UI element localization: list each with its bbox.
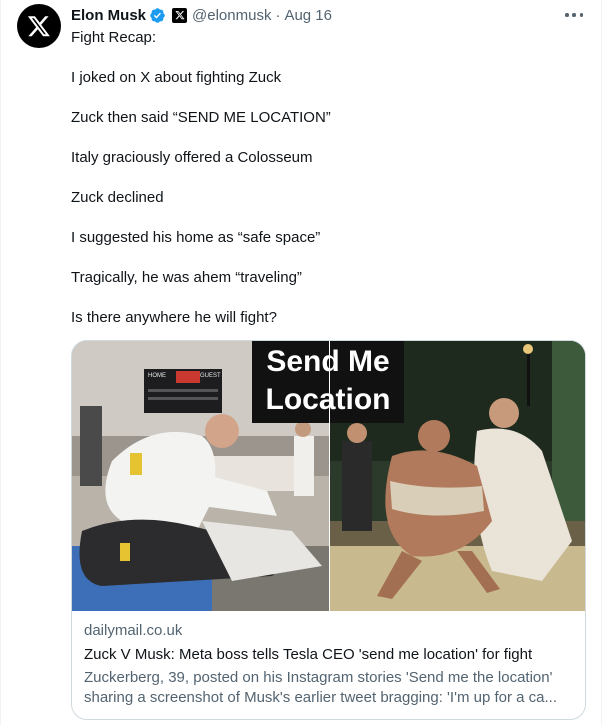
card-description-line: sharing a screenshot of Musk's earlier t… <box>84 689 557 706</box>
x-logo-icon <box>27 16 50 37</box>
tweet: Elon Musk @elonmusk · Aug 16 Fight Recap… <box>0 0 602 725</box>
tweet-line: I joked on X about fighting Zuck <box>71 69 282 86</box>
tweet-line: Is there anywhere he will fight? <box>71 309 277 326</box>
separator-dot: · <box>275 6 281 24</box>
card-image[interactable]: HOME GUEST Send Me Location <box>72 341 585 611</box>
card-meta: dailymail.co.uk Zuck V Musk: Meta boss t… <box>84 621 576 708</box>
tweet-date[interactable]: Aug 16 <box>284 7 332 24</box>
card-description: Zuckerberg, 39, posted on his Instagram … <box>84 668 576 708</box>
overlay-caption: Send Me Location <box>252 341 404 423</box>
tweet-line: I suggested his home as “safe space” <box>71 229 321 246</box>
tweet-line: Italy graciously offered a Colosseum <box>71 149 313 166</box>
link-card[interactable]: HOME GUEST Send Me Location dailymail.co… <box>71 340 586 720</box>
tweet-line: Zuck then said “SEND ME LOCATION” <box>71 109 331 126</box>
scoreboard-guest: GUEST <box>200 373 221 379</box>
more-options-icon[interactable] <box>563 6 585 24</box>
author-name[interactable]: Elon Musk <box>71 7 146 24</box>
tweet-line: Fight Recap: <box>71 29 157 46</box>
verified-badge-icon[interactable] <box>149 7 166 24</box>
x-affiliate-icon[interactable] <box>172 7 188 23</box>
tweet-line: Zuck declined <box>71 189 164 206</box>
tweet-header: Elon Musk @elonmusk · Aug 16 <box>71 4 332 26</box>
tweet-line: Tragically, he was ahem “traveling” <box>71 269 302 286</box>
avatar[interactable] <box>17 4 61 48</box>
card-description-line: Zuckerberg, 39, posted on his Instagram … <box>84 669 553 686</box>
overlay-line-2: Location <box>266 383 391 416</box>
card-domain[interactable]: dailymail.co.uk <box>84 621 576 641</box>
card-title[interactable]: Zuck V Musk: Meta boss tells Tesla CEO '… <box>84 645 576 665</box>
scoreboard-home: HOME <box>148 373 166 379</box>
author-handle[interactable]: @elonmusk <box>192 7 271 24</box>
overlay-line-1: Send Me <box>266 345 389 378</box>
